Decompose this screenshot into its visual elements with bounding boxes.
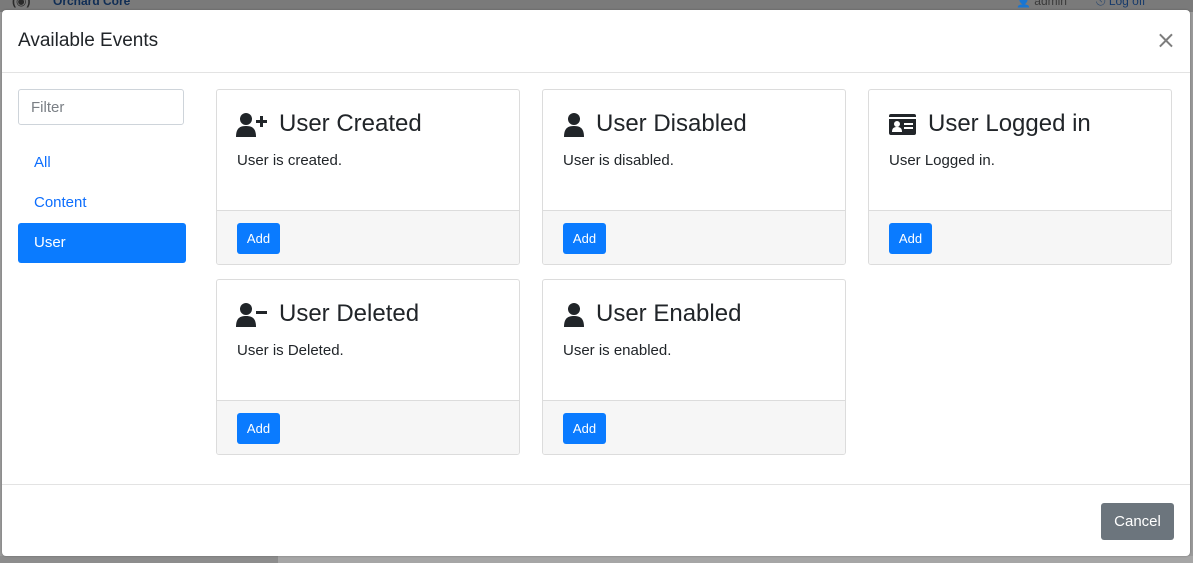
modal-header: Available Events × — [2, 10, 1190, 73]
event-card-user-disabled: User Disabled User is disabled. Add — [542, 89, 846, 265]
card-description: User is disabled. — [563, 152, 674, 169]
card-title: User Deleted — [279, 300, 420, 327]
filter-input[interactable] — [18, 89, 184, 125]
logoff-label: Log off — [1108, 0, 1146, 8]
orchard-logo-icon: (◉) — [12, 0, 31, 8]
card-body: User Enabled User is enabled. — [543, 280, 845, 400]
event-card-user-created: User Created User is created. Add — [216, 89, 520, 265]
id-card-icon — [889, 114, 916, 135]
modal-footer: Cancel — [2, 484, 1190, 556]
card-footer: Add — [217, 210, 519, 264]
add-user-created-button[interactable]: Add — [237, 223, 280, 254]
user-minus-icon — [236, 303, 267, 327]
card-title: User Enabled — [596, 300, 742, 327]
background-content-panel — [278, 556, 1193, 563]
add-user-deleted-button[interactable]: Add — [237, 413, 280, 444]
logoff-link[interactable]: ⎋ Log off — [1096, 0, 1145, 9]
user-icon — [564, 303, 584, 327]
card-description: User is enabled. — [563, 342, 672, 359]
category-user[interactable]: User — [18, 223, 186, 263]
card-footer: Add — [869, 210, 1171, 264]
available-events-modal: Available Events × All Content User User… — [2, 10, 1190, 556]
card-description: User Logged in. — [889, 152, 995, 169]
user-menu[interactable]: 👤 admin — [1016, 0, 1067, 8]
modal-title: Available Events — [18, 30, 159, 51]
card-footer: Add — [543, 400, 845, 454]
card-body: User Created User is created. — [217, 90, 519, 210]
card-body: User Disabled User is disabled. — [543, 90, 845, 210]
event-card-user-enabled: User Enabled User is enabled. Add — [542, 279, 846, 455]
close-button[interactable]: × — [1156, 28, 1176, 52]
user-name: admin — [1034, 0, 1067, 8]
event-card-user-deleted: User Deleted User is Deleted. Add — [216, 279, 520, 455]
card-footer: Add — [217, 400, 519, 454]
card-footer: Add — [543, 210, 845, 264]
category-nav: All Content User — [18, 143, 186, 263]
cancel-button[interactable]: Cancel — [1101, 503, 1174, 540]
user-icon — [564, 113, 584, 137]
add-user-logged-in-button[interactable]: Add — [889, 223, 932, 254]
brand-link[interactable]: Orchard Core — [53, 0, 130, 8]
card-description: User is Deleted. — [237, 342, 344, 359]
category-all[interactable]: All — [18, 143, 186, 183]
add-user-disabled-button[interactable]: Add — [563, 223, 606, 254]
card-body: User Logged in User Logged in. — [869, 90, 1171, 210]
category-content[interactable]: Content — [18, 183, 186, 223]
card-title: User Disabled — [596, 110, 747, 137]
card-title: User Logged in — [928, 110, 1091, 137]
event-card-user-logged-in: User Logged in User Logged in. Add — [868, 89, 1172, 265]
card-title: User Created — [279, 110, 422, 137]
card-description: User is created. — [237, 152, 343, 169]
user-plus-icon — [236, 113, 267, 137]
add-user-enabled-button[interactable]: Add — [563, 413, 606, 444]
card-body: User Deleted User is Deleted. — [217, 280, 519, 400]
